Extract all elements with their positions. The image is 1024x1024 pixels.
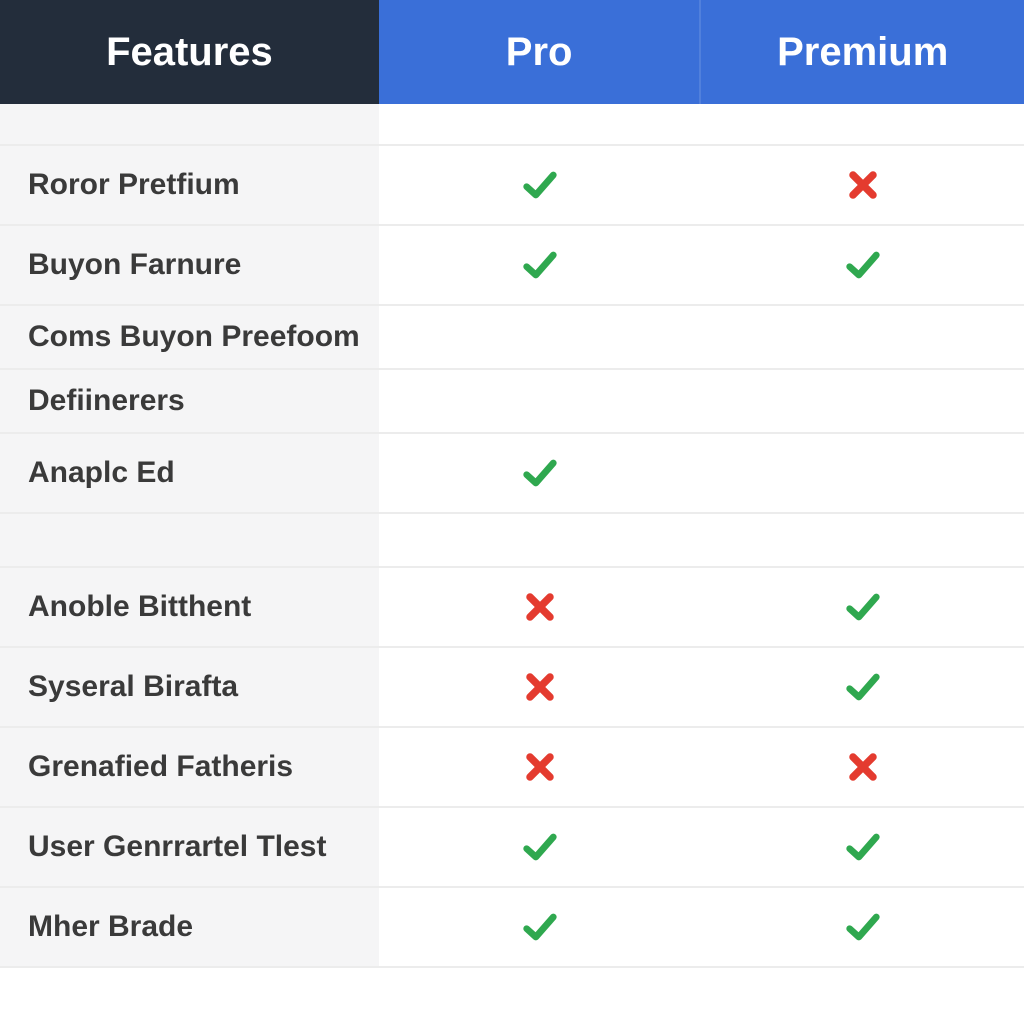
feature-value-pro (379, 306, 702, 370)
cross-icon (520, 587, 560, 627)
feature-value-premium (701, 226, 1024, 306)
feature-label: Roror Pretfium (0, 146, 379, 226)
feature-value-pro (379, 888, 702, 968)
column-header-features-label: Features (106, 30, 273, 75)
header-spacer (379, 104, 702, 146)
column-header-features: Features (0, 0, 379, 104)
feature-label: Coms Buyon Preefoom (0, 306, 379, 370)
feature-value-premium (701, 728, 1024, 808)
cross-icon (843, 747, 883, 787)
feature-value-pro (379, 648, 702, 728)
feature-value-pro (379, 434, 702, 514)
check-icon (843, 245, 883, 285)
feature-value-pro (379, 728, 702, 808)
column-header-pro-label: Pro (506, 30, 573, 75)
feature-text: Coms Buyon Preefoom (28, 320, 360, 354)
column-header-premium-label: Premium (777, 30, 948, 75)
feature-value-pro (379, 370, 702, 434)
feature-value-premium (701, 568, 1024, 648)
header-spacer (0, 104, 379, 146)
check-icon (520, 245, 560, 285)
group-gap (0, 514, 379, 568)
group-gap (379, 514, 702, 568)
feature-label: Anoble Bitthent (0, 568, 379, 648)
feature-value-premium (701, 888, 1024, 968)
check-icon (843, 907, 883, 947)
header-spacer (701, 104, 1024, 146)
feature-value-premium (701, 370, 1024, 434)
column-header-pro: Pro (379, 0, 702, 104)
column-header-premium: Premium (701, 0, 1024, 104)
feature-label: Mher Brade (0, 888, 379, 968)
check-icon (520, 165, 560, 205)
feature-text: Anaplc Ed (28, 456, 175, 490)
feature-text: Roror Pretfium (28, 168, 240, 202)
feature-value-premium (701, 146, 1024, 226)
cross-icon (843, 165, 883, 205)
check-icon (520, 907, 560, 947)
feature-value-pro (379, 568, 702, 648)
check-icon (843, 587, 883, 627)
cross-icon (520, 667, 560, 707)
feature-text: Defiinerers (28, 384, 185, 418)
feature-value-premium (701, 648, 1024, 728)
check-icon (520, 453, 560, 493)
group-gap (701, 514, 1024, 568)
check-icon (843, 667, 883, 707)
cross-icon (520, 747, 560, 787)
check-icon (520, 827, 560, 867)
feature-label: Defiinerers (0, 370, 379, 434)
feature-label: Syseral Birafta (0, 648, 379, 728)
feature-value-pro (379, 146, 702, 226)
feature-text: Anoble Bitthent (28, 590, 251, 624)
feature-value-premium (701, 306, 1024, 370)
feature-value-pro (379, 226, 702, 306)
feature-label: Grenafied Fatheris (0, 728, 379, 808)
feature-value-premium (701, 434, 1024, 514)
feature-value-premium (701, 808, 1024, 888)
feature-text: Mher Brade (28, 910, 193, 944)
feature-label: User Genrrartel Tlest (0, 808, 379, 888)
feature-text: User Genrrartel Tlest (28, 830, 326, 864)
comparison-table: Features Pro Premium Roror Pretfium Buyo… (0, 0, 1024, 968)
feature-label: Anaplc Ed (0, 434, 379, 514)
feature-text: Grenafied Fatheris (28, 750, 293, 784)
feature-text: Syseral Birafta (28, 670, 238, 704)
feature-label: Buyon Farnure (0, 226, 379, 306)
feature-value-pro (379, 808, 702, 888)
feature-text: Buyon Farnure (28, 248, 241, 282)
check-icon (843, 827, 883, 867)
